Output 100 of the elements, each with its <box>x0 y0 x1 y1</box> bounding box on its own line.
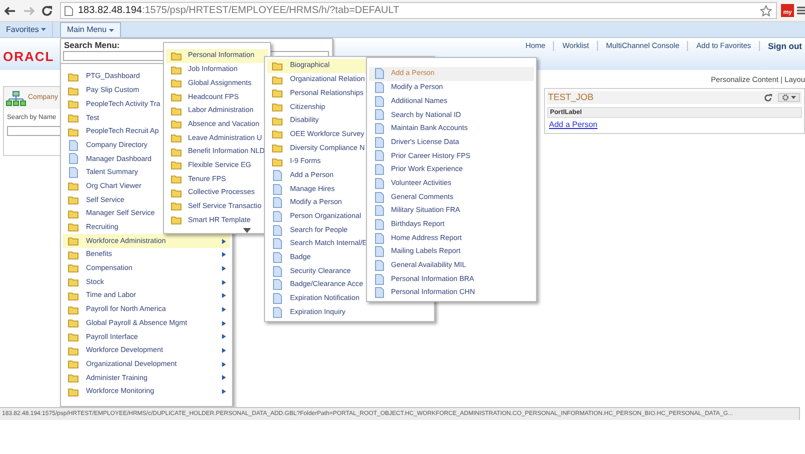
folder-icon <box>171 146 182 157</box>
page-icon <box>273 266 282 277</box>
folder-icon <box>272 102 283 112</box>
page-icon <box>273 210 282 222</box>
folder-icon <box>68 346 79 356</box>
menu-icon[interactable] <box>797 6 805 15</box>
folder-icon <box>68 99 79 110</box>
arrow-icon <box>222 293 226 298</box>
folder-icon <box>68 372 79 383</box>
caret-icon <box>40 28 46 31</box>
org-chart-icon <box>6 90 26 106</box>
page-icon <box>273 238 282 250</box>
folder-icon <box>272 116 283 126</box>
page-icon <box>375 260 384 271</box>
folder-icon <box>272 129 283 140</box>
caret-icon <box>108 28 114 32</box>
page-icon <box>375 164 384 176</box>
refresh-icon[interactable] <box>764 94 772 102</box>
arrow-icon <box>222 307 226 312</box>
arrow-icon <box>222 320 226 326</box>
settings-button[interactable] <box>778 93 800 102</box>
folder-icon <box>171 106 182 116</box>
folder-icon <box>68 236 79 246</box>
reload-icon[interactable] <box>41 4 53 16</box>
arrow-icon <box>222 375 226 380</box>
page-icon <box>64 6 73 16</box>
page-icon <box>273 252 282 263</box>
arrow-icon <box>222 252 226 258</box>
back-icon[interactable] <box>4 6 16 16</box>
page-icon <box>375 232 384 244</box>
page-icon <box>375 192 384 203</box>
search-menu-label: Search Menu: <box>64 40 121 51</box>
page-icon <box>273 306 282 318</box>
folder-icon <box>272 156 283 167</box>
folder-icon <box>68 359 79 370</box>
page-icon <box>375 82 384 94</box>
menu-button[interactable]: Favorites <box>0 22 53 37</box>
page-icon <box>69 140 78 151</box>
folder-icon <box>68 86 79 96</box>
url-text: 183.82.48.194:1575/psp/HRTEST/EMPLOYEE/HRMS/h/?tab=DEFAULT <box>78 4 400 18</box>
page-icon <box>375 218 384 230</box>
page-icon <box>375 109 384 120</box>
folder-icon <box>171 92 182 102</box>
scroll-down-icon[interactable] <box>243 228 251 233</box>
address-bar[interactable]: 183.82.48.194:1575/psp/HRTEST/EMPLOYEE/HRMS/h/?tab=DEFAULT <box>60 2 778 19</box>
page-icon <box>69 153 78 164</box>
folder-icon <box>68 277 79 288</box>
folder-icon <box>68 304 79 315</box>
arrow-icon <box>222 334 226 340</box>
menu-button[interactable]: Main Menu <box>60 22 121 37</box>
page-icon <box>375 68 384 80</box>
arrow-icon <box>222 238 226 244</box>
folder-icon <box>68 126 79 137</box>
page-icon <box>273 170 282 181</box>
folder-icon <box>68 290 79 301</box>
folder-icon <box>68 318 79 328</box>
page-icon <box>375 205 384 216</box>
arrow-icon <box>222 266 226 271</box>
page-icon <box>375 150 384 162</box>
page-icon <box>375 178 384 189</box>
folder-icon <box>171 50 182 61</box>
page-icon <box>375 246 384 258</box>
folder-icon <box>171 215 182 226</box>
settings-icon <box>782 94 789 102</box>
page-icon <box>69 167 78 178</box>
folder-icon <box>68 332 79 342</box>
folder-icon <box>68 263 79 274</box>
page-icon <box>375 274 384 285</box>
page-icon <box>273 197 282 208</box>
folder-icon <box>171 174 182 184</box>
folder-icon <box>171 160 182 170</box>
folder-icon <box>68 386 79 397</box>
star-icon[interactable] <box>760 4 772 16</box>
pagelet-link[interactable]: Add a Person <box>549 119 598 132</box>
caret-icon <box>791 96 796 100</box>
page-icon <box>273 184 282 195</box>
page-icon <box>273 293 282 304</box>
arrow-icon <box>222 280 226 285</box>
folder-icon <box>68 112 79 123</box>
page-icon <box>273 279 282 290</box>
page-icon <box>273 224 282 236</box>
header-link[interactable]: Sign out <box>768 40 802 52</box>
logo: ORACL <box>3 50 54 66</box>
folder-icon <box>171 78 182 88</box>
page-icon <box>375 287 384 298</box>
folder-icon <box>171 188 182 198</box>
folder-icon <box>68 208 79 219</box>
arrow-icon <box>222 389 226 394</box>
page-icon <box>375 123 384 134</box>
folder-icon <box>68 181 79 192</box>
page-icon <box>375 96 384 107</box>
folder-icon <box>272 88 283 98</box>
folder-icon <box>171 132 182 143</box>
folder-icon <box>272 142 283 153</box>
folder-icon <box>171 201 182 212</box>
arrow-icon <box>222 348 226 354</box>
arrow-icon <box>222 362 226 367</box>
page-icon <box>375 136 384 148</box>
folder-icon <box>171 119 182 130</box>
pagelet-title: TEST_JOB <box>548 91 594 104</box>
